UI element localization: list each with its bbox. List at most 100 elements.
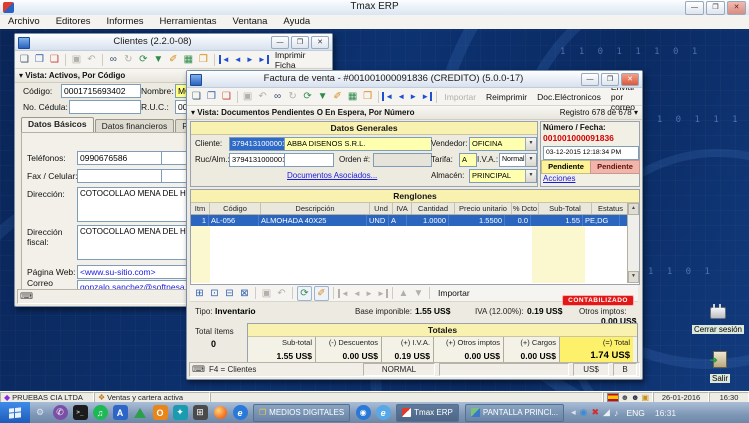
nav-prev-icon[interactable]: ◄ — [233, 55, 243, 64]
tarifa-field[interactable]: A — [459, 153, 477, 167]
taskbar-button-pantalla-principal[interactable]: PANTALLA PRINCI... — [465, 404, 564, 422]
grid-scrollbar[interactable]: ▲ ▼ — [627, 203, 639, 283]
row-copy-icon[interactable]: ⊡ — [208, 287, 221, 300]
gear-icon[interactable]: ⚙ — [33, 405, 48, 420]
menu-herramientas[interactable]: Herramientas — [152, 15, 225, 29]
nav-last-icon[interactable]: ► — [420, 92, 432, 101]
folder-icon[interactable]: ❒ — [197, 53, 210, 66]
row-insert-icon[interactable]: ⊞ — [193, 287, 206, 300]
nav-first-icon[interactable]: ◄ — [382, 92, 394, 101]
fecha-field[interactable]: 03-12-2015 12:18:34 PM — [543, 146, 639, 160]
search-icon[interactable]: ∞ — [271, 90, 284, 103]
filter-icon[interactable]: ▼ — [152, 53, 165, 66]
clientes-minimize-button[interactable]: — — [271, 36, 289, 49]
iva-select[interactable]: Normal ▼ — [499, 153, 537, 167]
cliente-name-field[interactable]: ABBA DISENOS S.R.L. — [284, 137, 432, 151]
grid-row-selected[interactable]: 1 AL-056 ALMOHADA 40X25 UND A 1.0000 1.5… — [191, 215, 639, 226]
col-codigo[interactable]: Código — [210, 203, 261, 214]
dropdown-icon[interactable]: ▼ — [525, 154, 536, 166]
undo-icon[interactable]: ↶ — [256, 90, 269, 103]
edit-wand-icon[interactable]: ✐ — [167, 53, 180, 66]
col-und[interactable]: Und — [370, 203, 393, 214]
search-icon[interactable]: ∞ — [107, 53, 120, 66]
refresh-icon[interactable]: ⟳ — [137, 53, 150, 66]
clientes-close-button[interactable]: ✕ — [311, 36, 329, 49]
vendedor-select[interactable]: OFICINA ▼ — [469, 137, 537, 151]
contabilizado-badge[interactable]: CONTABILIZADO — [562, 295, 634, 306]
outlook-icon[interactable]: O — [153, 405, 168, 420]
renglones-grid[interactable]: Itm Código Descripción Und IVA Cantidad … — [191, 203, 639, 283]
tray-network-icon[interactable]: ◉ — [580, 407, 588, 418]
clientes-restore-button[interactable]: ❐ — [291, 36, 309, 49]
desktop-icon-cerrar-sesion[interactable]: Cerrar sesión — [690, 307, 746, 337]
grid-view-icon[interactable]: ▦ — [182, 53, 195, 66]
main-minimize-button[interactable]: — — [685, 1, 704, 15]
registro-dropdown-icon[interactable]: ▾ — [634, 108, 638, 117]
teal-app-icon[interactable]: ✦ — [173, 405, 188, 420]
main-restore-button[interactable]: ❐ — [706, 1, 725, 15]
drive-icon[interactable] — [133, 405, 148, 420]
factura-vista-label[interactable]: Vista: Documentos Pendientes O En Espera… — [197, 108, 414, 117]
nav-prev-icon[interactable]: ◄ — [352, 289, 362, 298]
save-icon[interactable]: ▣ — [70, 53, 83, 66]
new-record-icon[interactable]: ❏ — [18, 53, 31, 66]
taskbar-button-tmax-erp[interactable]: Tmax ERP — [396, 404, 459, 422]
almacen-select[interactable]: PRINCIPAL ▼ — [469, 169, 537, 183]
row-edit-icon[interactable]: ⊟ — [223, 287, 236, 300]
scroll-up-icon[interactable]: ▲ — [628, 203, 639, 215]
nav-last-icon[interactable]: ► — [257, 55, 269, 64]
viber-icon[interactable]: ✆ — [53, 405, 68, 420]
taskbar-button-medios-digitales[interactable]: ❒ MEDIOS DIGITALES — [253, 404, 350, 422]
save-icon[interactable]: ▣ — [260, 287, 273, 300]
refresh-icon[interactable]: ⟳ — [297, 286, 312, 301]
delete-record-icon[interactable]: ❑ — [48, 53, 61, 66]
tab-datos-financieros[interactable]: Datos financieros — [95, 119, 175, 132]
fax-field[interactable] — [77, 169, 163, 183]
taskbar-clock[interactable]: 16:31 — [655, 408, 676, 418]
nav-prev-icon[interactable]: ◄ — [396, 92, 406, 101]
clientes-vista-label[interactable]: Vista: Activos, Por Código — [25, 71, 125, 80]
col-dcto[interactable]: % Dcto — [512, 203, 539, 214]
print-icon[interactable]: ❐ — [205, 90, 218, 103]
nav-last-icon[interactable]: ► — [376, 289, 388, 298]
col-cantidad[interactable]: Cantidad — [412, 203, 455, 214]
vista-dropdown-icon[interactable]: ▾ — [191, 108, 195, 117]
move-up-icon[interactable]: ▲ — [397, 287, 410, 300]
folder-icon[interactable]: ❒ — [361, 90, 374, 103]
factura-vista-bar[interactable]: ▾ Vista: Documentos Pendientes O En Espe… — [187, 106, 642, 120]
nav-next-icon[interactable]: ► — [364, 289, 374, 298]
imprimir-ficha-button[interactable]: Imprimir Ficha — [271, 50, 329, 70]
tray-sound-icon[interactable]: ♪ — [614, 408, 619, 418]
cliente-code-field[interactable]: 3794131000001 — [229, 137, 287, 151]
menu-editores[interactable]: Editores — [48, 15, 99, 29]
scroll-down-icon[interactable]: ▼ — [628, 271, 639, 283]
no-cedula-field[interactable] — [69, 100, 141, 114]
menu-ayuda[interactable]: Ayuda — [275, 15, 318, 29]
print-icon[interactable]: ❐ — [33, 53, 46, 66]
col-itm[interactable]: Itm — [191, 203, 210, 214]
nav-first-icon[interactable]: ◄ — [219, 55, 231, 64]
spotify-icon[interactable]: ♫ — [93, 405, 108, 420]
main-close-button[interactable]: ✕ — [727, 1, 746, 15]
terminal-icon[interactable]: >_ — [73, 405, 88, 420]
factura-restore-button[interactable]: ❐ — [601, 73, 619, 86]
documentos-asociados-link[interactable]: Documentos Asociados... — [287, 171, 377, 180]
menu-informes[interactable]: Informes — [99, 15, 152, 29]
clientes-titlebar[interactable]: Clientes (2.2.0-08) — ❐ ✕ — [15, 34, 332, 51]
search-again-icon[interactable]: ↻ — [286, 90, 299, 103]
save-icon[interactable]: ▣ — [241, 90, 254, 103]
col-estatus[interactable]: Estatus — [592, 203, 629, 214]
move-down-icon[interactable]: ▼ — [412, 287, 425, 300]
reimprimir-button[interactable]: Reimprimir — [482, 92, 531, 102]
col-subtotal[interactable]: Sub-Total — [539, 203, 592, 214]
filter-icon[interactable]: ▼ — [316, 90, 329, 103]
col-iva[interactable]: IVA — [393, 203, 412, 214]
letter-a-app-icon[interactable]: A — [113, 405, 128, 420]
importar-renglones-button[interactable]: Importar — [434, 288, 474, 298]
col-precio[interactable]: Precio unitario — [455, 203, 512, 214]
nav-first-icon[interactable]: ◄ — [338, 289, 350, 298]
dropdown-icon[interactable]: ▼ — [525, 138, 536, 150]
factura-titlebar[interactable]: Factura de venta - #001001000091836 (CRE… — [187, 71, 642, 88]
tray-expand-icon[interactable]: ◂ — [571, 407, 576, 418]
menu-ventana[interactable]: Ventana — [225, 15, 276, 29]
